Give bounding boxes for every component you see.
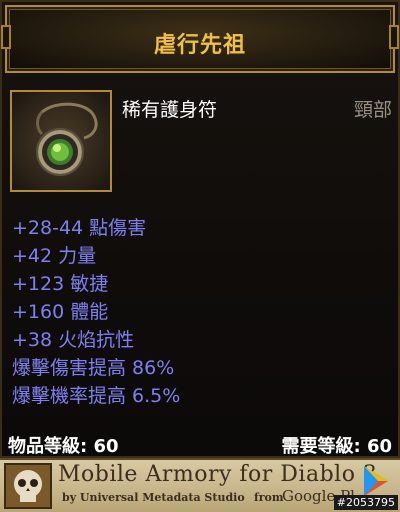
banner-from: from — [254, 491, 284, 504]
banner-subtitle: by Universal Metadata Studio — [62, 491, 245, 504]
item-name-header: 虐行先祖 — [1, 5, 399, 73]
watermark: #2053795 — [333, 495, 398, 510]
item-slot: 頸部 — [353, 99, 392, 121]
item-icon-frame[interactable] — [10, 90, 112, 192]
play-store-icon — [364, 466, 388, 496]
level-row: 物品等級: 60 需要等級: 60 — [8, 432, 392, 457]
required-level: 需要等級: 60 — [281, 436, 392, 457]
stat-fire-resistance: +38 火焰抗性 — [12, 329, 135, 351]
skull-logo-icon — [4, 463, 52, 509]
stat-damage: +28-44 點傷害 — [12, 217, 147, 239]
stat-crit-chance: 爆擊機率提高 6.5% — [12, 385, 181, 407]
item-type: 稀有護身符 — [122, 99, 218, 121]
stat-list: +28-44 點傷害 +42 力量 +123 敏捷 +160 體能 +38 火焰… — [12, 214, 180, 410]
item-tooltip: 虐行先祖 稀有護身符 頸部 +28-44 點傷害 +42 力量 +123 敏捷 … — [0, 0, 400, 458]
item-level: 物品等級: 60 — [8, 436, 119, 457]
item-name: 虐行先祖 — [153, 33, 246, 58]
app-banner[interactable]: Mobile Armory for Diablo 3 by Universal … — [0, 458, 400, 512]
banner-title: Mobile Armory for Diablo 3 — [58, 462, 378, 487]
stat-strength: +42 力量 — [12, 245, 97, 267]
stat-vitality: +160 體能 — [12, 301, 109, 323]
amulet-icon — [36, 102, 98, 176]
stat-dexterity: +123 敏捷 — [12, 273, 109, 295]
stat-crit-damage: 爆擊傷害提高 86% — [12, 357, 175, 379]
